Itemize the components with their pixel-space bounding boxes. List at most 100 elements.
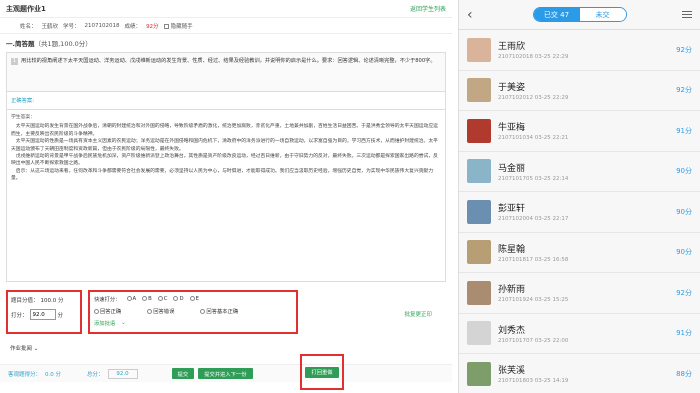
radio-icon[interactable]	[173, 296, 179, 301]
option-label: D	[179, 296, 184, 302]
hide-toggle-label: 隐藏随手	[170, 23, 193, 30]
radio-icon[interactable]	[142, 296, 148, 301]
objective-score: 0.0 分	[45, 371, 62, 378]
student-answer-label: 学生答案：	[11, 115, 35, 120]
student-name: 彭亚轩	[498, 204, 526, 215]
student-score: 92分	[676, 288, 692, 297]
radio-icon[interactable]	[126, 296, 132, 301]
score-label: 成绩：	[124, 23, 142, 30]
student-score: 90分	[676, 167, 692, 176]
radio-icon[interactable]	[94, 309, 99, 314]
grading-panel: 主观题作业1 返回学生列表 姓名： 王鹤欣 学号： 2107102018 成绩：…	[0, 0, 452, 393]
criteria-partial[interactable]: 回答基本正确	[200, 307, 238, 315]
list-item-text: 王雨欣 2107102018 03-25 22:29	[498, 39, 676, 60]
student-meta: 2107102004 03-25 22:17	[498, 216, 569, 223]
avatar	[467, 361, 491, 386]
work-type-dropdown[interactable]: 作业批阅 ⌄	[10, 344, 38, 352]
list-item[interactable]: 孙新雨 2107101924 03-25 15:25 92分	[459, 273, 700, 314]
student-list: 王雨欣 2107102018 03-25 22:29 92分 于美姿 21071…	[459, 30, 700, 393]
radio-icon[interactable]	[157, 296, 163, 301]
criteria-correct[interactable]: 回答正确	[94, 307, 121, 315]
answer-paragraph: 戊戌维新运动的背景是甲午战争后民族危机加深，资产阶级维新派登上政治舞台。其性质是…	[11, 154, 438, 167]
score-input[interactable]	[29, 309, 56, 320]
criteria-wrong[interactable]: 回答错误	[147, 307, 174, 315]
grading-area: 题目分值：100.0 分 打分： 分 快速打分： A B C D E 回答正确 回…	[6, 290, 446, 334]
list-item[interactable]: 彭亚轩 2107102004 03-25 22:17 90分	[459, 192, 700, 233]
student-meta: 2107102012 03-25 22:29	[498, 94, 569, 101]
avatar	[467, 37, 491, 62]
section-subtitle: （共1题,100.0分）	[34, 40, 92, 48]
student-score: 92分	[146, 23, 159, 30]
list-item[interactable]: 马金丽 2107101705 03-25 22:14 90分	[459, 151, 700, 192]
answer-paragraph: 太平天国运动的发生背景在国外战争后，清朝的封建统治和对外国的侵略，导致阶级矛盾的…	[11, 124, 438, 137]
quick-option-e[interactable]: E	[189, 296, 199, 302]
student-name: 刘秀杰	[498, 325, 526, 336]
avatar	[467, 118, 491, 143]
return-redo-button[interactable]: 打回重做	[305, 366, 339, 378]
list-item[interactable]: 刘秀杰 2107101707 03-25 22:00 91分	[459, 313, 700, 354]
list-item-text: 马金丽 2107101705 03-25 22:14	[498, 161, 676, 182]
back-to-list-link[interactable]: 返回学生列表	[410, 4, 446, 13]
mobile-student-list: ‹ 已交 47 未交 王雨欣 2107102018 03-25 22:29 92…	[458, 0, 700, 393]
question-text: 用比较的视角阐述下太平天国运动、洋务运动、戊戌维新运动的发生背景、性质、经过、结…	[21, 58, 436, 64]
list-item-text: 彭亚轩 2107102004 03-25 22:17	[498, 201, 676, 222]
student-name: 马金丽	[498, 163, 526, 174]
option-label: A	[132, 296, 137, 302]
criteria-label: 回答正确	[100, 309, 122, 315]
radio-icon[interactable]	[189, 296, 195, 301]
score-input-label: 打分：	[11, 312, 28, 319]
avatar	[467, 159, 491, 184]
return-button-highlight: 打回重做	[300, 354, 344, 390]
student-meta: 2107102018 03-25 22:29	[498, 54, 569, 61]
student-score: 91分	[676, 126, 692, 135]
quick-option-b[interactable]: B	[142, 296, 152, 302]
radio-icon[interactable]	[200, 309, 206, 314]
total-score-field[interactable]: 92.0	[107, 368, 138, 379]
student-meta: 2107101924 03-25 15:25	[498, 297, 569, 304]
add-comment-link[interactable]: 添加批语	[94, 319, 115, 327]
grading-header: 主观题作业1 返回学生列表	[0, 0, 452, 18]
student-meta: 2107101034 03-25 22:21	[498, 135, 569, 142]
quick-option-a[interactable]: A	[126, 296, 137, 302]
checkbox-icon[interactable]	[163, 23, 169, 29]
quick-option-d[interactable]: D	[173, 296, 184, 302]
student-score: 90分	[676, 207, 692, 216]
quick-option-c[interactable]: C	[157, 296, 167, 302]
student-score: 90分	[676, 248, 692, 257]
submit-button[interactable]: 提交	[171, 368, 195, 379]
list-item[interactable]: 王雨欣 2107102018 03-25 22:29 92分	[459, 30, 700, 71]
score-box: 题目分值：100.0 分 打分： 分	[6, 290, 82, 334]
list-item-text: 孙新雨 2107101924 03-25 15:25	[498, 282, 676, 303]
score-unit: 分	[57, 312, 64, 319]
hide-toggle[interactable]: 隐藏随手	[163, 22, 193, 30]
correct-answer: 正确答案:	[6, 92, 446, 110]
student-name: 陈星翰	[498, 244, 526, 255]
student-meta: 2107101707 03-25 22:00	[498, 337, 569, 344]
modify-link[interactable]: 批复更正印	[404, 310, 432, 318]
radio-icon[interactable]	[147, 309, 153, 314]
student-score: 92分	[676, 45, 692, 54]
quick-grade-box: 快速打分： A B C D E 回答正确 回答错误 回答基本正确 添加批语 ⌄	[88, 290, 298, 334]
student-id: 2107102018	[84, 22, 120, 29]
section-title: 一.简答题	[6, 40, 35, 48]
student-name: 张芙溪	[498, 366, 526, 377]
student-meta: 2107101817 03-25 16:58	[498, 256, 569, 263]
chevron-down-icon[interactable]: ⌄	[121, 320, 125, 326]
menu-icon[interactable]	[682, 10, 692, 19]
question-section-header: 一.简答题（共1题,100.0分）	[0, 34, 452, 52]
list-item[interactable]: 陈星翰 2107101817 03-25 16:58 90分	[459, 232, 700, 273]
student-name: 孙新雨	[498, 285, 526, 296]
submission-tabs: 已交 47 未交	[532, 7, 627, 22]
list-item[interactable]: 牛亚梅 2107101034 03-25 22:21 91分	[459, 111, 700, 152]
back-icon[interactable]: ‹	[467, 7, 477, 23]
list-item[interactable]: 于美姿 2107102012 03-25 22:29 92分	[459, 70, 700, 111]
list-item[interactable]: 张芙溪 2107101803 03-25 14:19 88分	[459, 354, 700, 393]
student-info: 姓名： 王鹤欣 学号： 2107102018 成绩： 92分 隐藏随手	[0, 18, 452, 34]
avatar	[467, 240, 491, 265]
answer-paragraph: 启示：从这三场运动来看，任何改革和斗争都需要符合社会发展的需要，必须坚持以人民为…	[11, 168, 434, 182]
student-name: 王鹤欣	[41, 23, 59, 30]
tab-not-submitted[interactable]: 未交	[579, 8, 626, 21]
submit-next-button[interactable]: 提交并进入下一份	[198, 368, 253, 379]
tab-submitted[interactable]: 已交 47	[533, 8, 580, 21]
student-meta: 2107101803 03-25 14:19	[498, 378, 569, 385]
